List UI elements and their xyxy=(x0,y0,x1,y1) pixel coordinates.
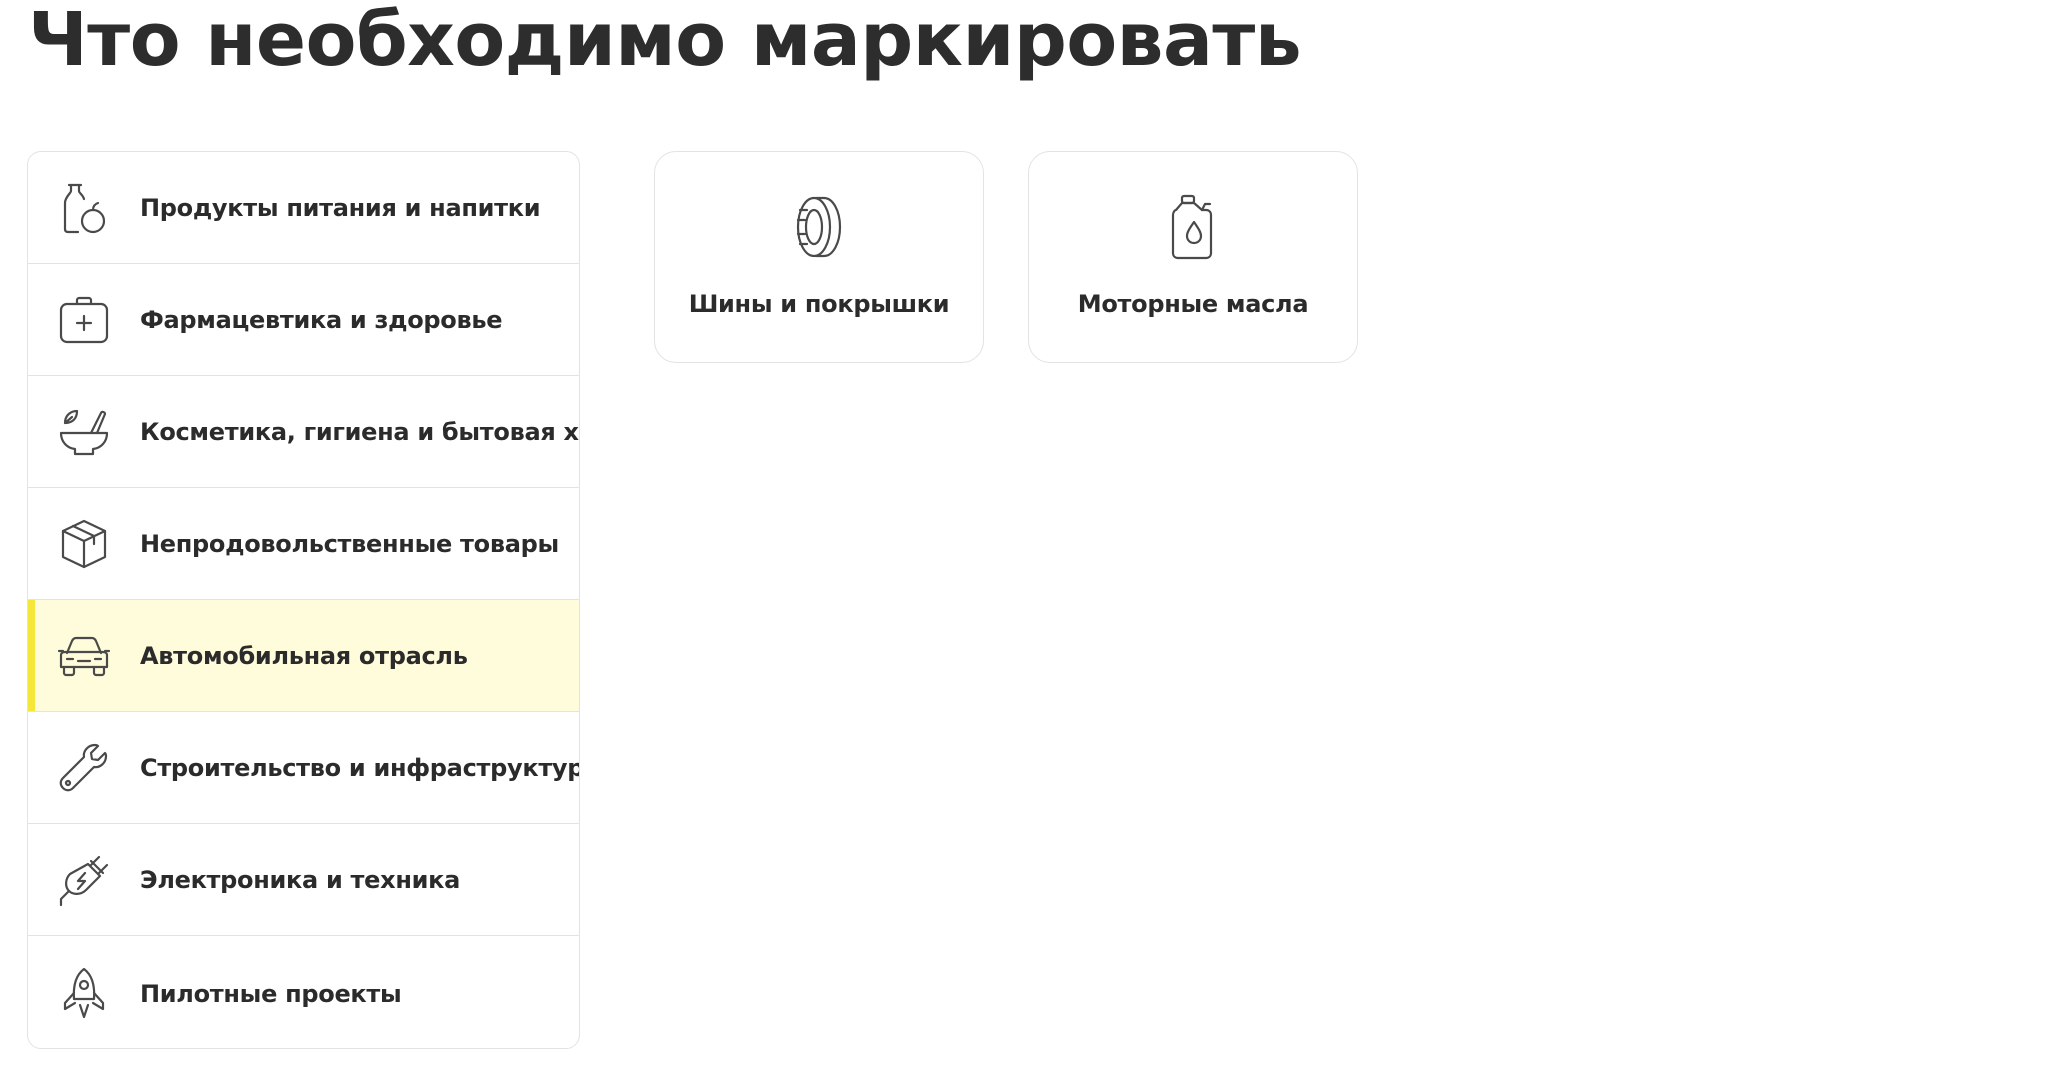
category-item-non-food[interactable]: Непродовольственные товары xyxy=(28,488,579,600)
category-label: Автомобильная отрасль xyxy=(140,641,468,670)
subcategory-label: Моторные масла xyxy=(1077,290,1309,318)
category-list: Продукты питания и напитки Фармацевтика … xyxy=(27,151,580,1049)
category-label: Непродовольственные товары xyxy=(140,529,559,558)
category-item-cosmetics[interactable]: Косметика, гигиена и бытовая химия xyxy=(28,376,579,488)
category-label: Электроника и техника xyxy=(140,865,460,894)
box-icon xyxy=(55,515,113,573)
subcategory-card-motor-oils[interactable]: Моторные масла xyxy=(1028,151,1358,363)
rocket-icon xyxy=(55,965,113,1023)
page-title: Что необходимо маркировать xyxy=(28,0,1302,83)
category-label: Продукты питания и напитки xyxy=(140,193,541,222)
category-item-food[interactable]: Продукты питания и напитки xyxy=(28,152,579,264)
category-label: Строительство и инфраструктура xyxy=(140,753,580,782)
category-item-electronics[interactable]: Электроника и техника xyxy=(28,824,579,936)
subcategory-card-tires[interactable]: Шины и покрышки xyxy=(654,151,984,363)
category-item-automotive[interactable]: Автомобильная отрасль xyxy=(28,600,579,712)
plug-icon xyxy=(55,851,113,909)
page: Что необходимо маркировать Продукты пита… xyxy=(0,0,2048,1068)
mortar-pestle-icon xyxy=(55,403,113,461)
category-item-construction[interactable]: Строительство и инфраструктура xyxy=(28,712,579,824)
category-label: Косметика, гигиена и бытовая химия xyxy=(140,417,579,446)
tire-icon xyxy=(784,192,854,262)
car-icon xyxy=(55,627,113,685)
category-item-pilot[interactable]: Пилотные проекты xyxy=(28,936,579,1048)
oil-canister-icon xyxy=(1158,192,1228,262)
category-item-pharma[interactable]: Фармацевтика и здоровье xyxy=(28,264,579,376)
category-label: Фармацевтика и здоровье xyxy=(140,305,503,334)
first-aid-kit-icon xyxy=(55,291,113,349)
wrench-icon xyxy=(55,739,113,797)
category-label: Пилотные проекты xyxy=(140,979,402,1008)
food-bottle-apple-icon xyxy=(55,179,113,237)
subcategory-label: Шины и покрышки xyxy=(688,290,950,318)
